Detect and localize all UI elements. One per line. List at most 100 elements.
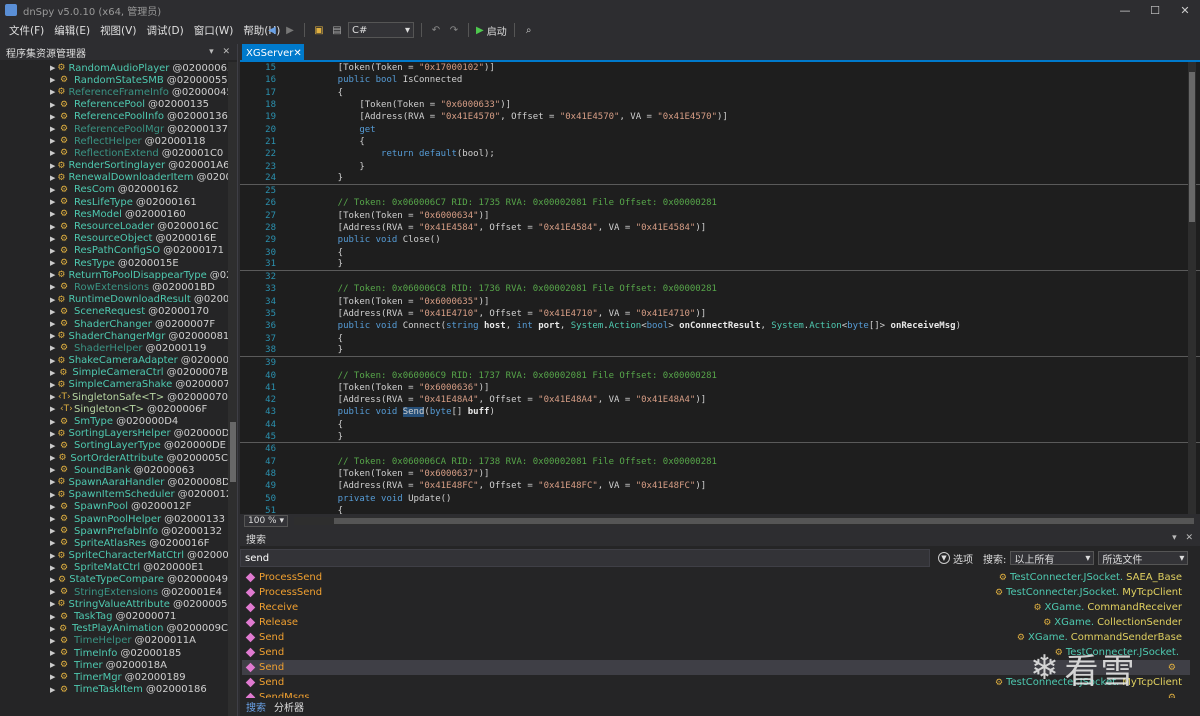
- expand-arrow-icon[interactable]: ▶: [50, 649, 58, 657]
- expand-arrow-icon[interactable]: ▶: [50, 271, 55, 279]
- expand-arrow-icon[interactable]: ▶: [50, 454, 56, 462]
- search-icon[interactable]: ⌕: [522, 23, 536, 37]
- expand-arrow-icon[interactable]: ▶: [50, 88, 55, 96]
- expand-arrow-icon[interactable]: ▶: [50, 539, 58, 547]
- expand-arrow-icon[interactable]: ▶: [50, 503, 58, 511]
- expand-arrow-icon[interactable]: ▶: [50, 564, 58, 572]
- tree-item[interactable]: ▶ ⚙ ReferencePool @02000135: [0, 99, 228, 111]
- expand-arrow-icon[interactable]: ▶: [50, 576, 56, 584]
- tree-item[interactable]: ▶⚙RuntimeDownloadResult@0200014E: [0, 294, 228, 306]
- expand-arrow-icon[interactable]: ▶: [50, 369, 57, 377]
- tree-item[interactable]: ▶ ⚙ TimerMgr @02000189: [0, 671, 228, 683]
- undo-icon[interactable]: ↶: [429, 23, 443, 37]
- expand-arrow-icon[interactable]: ▶: [50, 76, 58, 84]
- menu-window[interactable]: 窗口(W): [189, 23, 239, 38]
- tree-item[interactable]: ▶ ⚙ ReferenceFrameInfo @02000045: [0, 86, 228, 98]
- search-result-row[interactable]: ProcessSend ⚙ TestConnecter.JSocket. SAEA_B…: [242, 570, 1190, 585]
- tree-item[interactable]: ▶ ⚙ Timer @0200018A: [0, 659, 228, 671]
- tree-item[interactable]: ▶ ⚙ RenderSortinglayer @020001A6: [0, 160, 228, 172]
- editor-scrollbar[interactable]: [1188, 62, 1196, 514]
- expand-arrow-icon[interactable]: ▶: [50, 223, 58, 231]
- tree-item[interactable]: ▶ ‹T› SingletonSafe<T> @02000070: [0, 391, 228, 403]
- expand-arrow-icon[interactable]: ▶: [50, 283, 58, 291]
- search-files-select[interactable]: 所选文件 ▾: [1098, 551, 1189, 566]
- search-result-row[interactable]: Release ⚙ XGame. CollectionSender: [242, 615, 1190, 630]
- start-debug-button[interactable]: ▶ 启动: [476, 23, 507, 38]
- tree-item[interactable]: ▶⚙SpriteCharacterMatCtrl@020000E0: [0, 550, 228, 562]
- tree-item[interactable]: ▶ ⚙ RowExtensions @020001BD: [0, 281, 228, 293]
- tree-item[interactable]: ▶ ⚙ StateTypeCompare @02000049: [0, 574, 228, 586]
- expand-arrow-icon[interactable]: ▶: [50, 162, 55, 170]
- expand-arrow-icon[interactable]: ▶: [50, 478, 55, 486]
- expand-arrow-icon[interactable]: ▶: [50, 198, 58, 206]
- tab-search[interactable]: 搜索: [246, 699, 266, 714]
- tree-item[interactable]: ▶ ⚙ RandomAudioPlayer @02000065: [0, 62, 228, 74]
- menu-view[interactable]: 视图(V): [95, 23, 141, 38]
- expand-arrow-icon[interactable]: ▶: [50, 64, 55, 72]
- expand-arrow-icon[interactable]: ▶: [50, 320, 58, 328]
- tree-item[interactable]: ▶ ⚙ SceneRequest @02000170: [0, 306, 228, 318]
- expand-arrow-icon[interactable]: ▶: [50, 491, 55, 499]
- tree-item[interactable]: ▶ ‹T› Singleton<T> @0200006F: [0, 403, 228, 415]
- search-result-row[interactable]: ProcessSend ⚙ TestConnecter.JSocket. MyTcpC…: [242, 585, 1190, 600]
- tree-item[interactable]: ▶ ⚙ SpawnPool @0200012F: [0, 501, 228, 513]
- tree-item[interactable]: ▶ ⚙ TimeInfo @02000185: [0, 647, 228, 659]
- expand-arrow-icon[interactable]: ▶: [50, 673, 58, 681]
- tree-item[interactable]: ▶ ⚙ ShaderHelper @02000119: [0, 342, 228, 354]
- expand-arrow-icon[interactable]: ▶: [50, 393, 56, 401]
- tree-item[interactable]: ▶⚙SpawnItemScheduler@0200012D: [0, 489, 228, 501]
- search-result-row[interactable]: Receive ⚙ XGame. CommandReceiver: [242, 600, 1190, 615]
- tree-item[interactable]: ▶ ⚙ SortOrderAttribute @0200005C: [0, 452, 228, 464]
- tab-analyzer[interactable]: 分析器: [274, 699, 304, 714]
- expand-arrow-icon[interactable]: ▶: [50, 101, 58, 109]
- tree-item[interactable]: ▶ ⚙ SpawnPoolHelper @02000133: [0, 513, 228, 525]
- close-tab-icon[interactable]: ✕: [293, 48, 301, 59]
- tree-item[interactable]: ▶⚙ReturnToPoolDisappearType@0200: [0, 269, 228, 281]
- tree-item[interactable]: ▶ ⚙ ResourceObject @0200016E: [0, 233, 228, 245]
- menu-edit[interactable]: 编辑(E): [49, 23, 95, 38]
- expand-arrow-icon[interactable]: ▶: [50, 515, 58, 523]
- scrollbar-thumb[interactable]: [1189, 72, 1195, 222]
- expand-arrow-icon[interactable]: ▶: [50, 381, 55, 389]
- tree-item[interactable]: ▶ ⚙ ReferencePoolMgr @02000137: [0, 123, 228, 135]
- tree-item[interactable]: ▶⚙ShakeCameraAdapter@02000043: [0, 355, 228, 367]
- tree-item[interactable]: ▶ ⚙ StringValueAttribute @02000059: [0, 598, 228, 610]
- tree-item[interactable]: ▶ ⚙ ShaderChangerMgr @02000081: [0, 330, 228, 342]
- expand-arrow-icon[interactable]: ▶: [50, 344, 58, 352]
- expand-arrow-icon[interactable]: ▶: [50, 210, 58, 218]
- search-scope-select[interactable]: 以上所有 ▾: [1010, 551, 1095, 566]
- maximize-icon[interactable]: ☐: [1140, 0, 1170, 20]
- expand-arrow-icon[interactable]: ▶: [50, 174, 55, 182]
- expand-arrow-icon[interactable]: ▶: [50, 686, 58, 694]
- close-icon[interactable]: ✕: [1170, 0, 1200, 20]
- expand-arrow-icon[interactable]: ▶: [50, 125, 58, 133]
- tree-item[interactable]: ▶ ⚙ RandomStateSMB @02000055: [0, 74, 228, 86]
- expand-arrow-icon[interactable]: ▶: [50, 357, 55, 365]
- panel-controls[interactable]: ▾ ✕: [1172, 533, 1196, 543]
- tree-item[interactable]: ▶⚙SimpleCameraShake@0200007C: [0, 379, 228, 391]
- tree-item[interactable]: ▶ ⚙ ResLifeType @02000161: [0, 196, 228, 208]
- tab-xgserver[interactable]: XGServer ✕: [242, 44, 304, 62]
- tree-item[interactable]: ▶ ⚙ ResType @0200015E: [0, 257, 228, 269]
- search-input[interactable]: send: [240, 549, 930, 567]
- menu-file[interactable]: 文件(F): [4, 23, 49, 38]
- expand-arrow-icon[interactable]: ▶: [50, 308, 58, 316]
- expand-arrow-icon[interactable]: ▶: [50, 296, 55, 304]
- menu-debug[interactable]: 调试(D): [141, 23, 188, 38]
- expand-arrow-icon[interactable]: ▶: [50, 661, 58, 669]
- language-select[interactable]: C# ▾: [348, 22, 414, 38]
- tree-scrollbar[interactable]: [228, 62, 237, 716]
- expand-arrow-icon[interactable]: ▶: [50, 588, 58, 596]
- minimize-icon[interactable]: —: [1110, 0, 1140, 20]
- tree-item[interactable]: ▶ ⚙ TaskTag @02000071: [0, 610, 228, 622]
- expand-arrow-icon[interactable]: ▶: [50, 405, 58, 413]
- tree-item[interactable]: ▶ ⚙ SpawnAaraHandler @0200008D: [0, 476, 228, 488]
- tree-item[interactable]: ▶ ⚙ ResModel @02000160: [0, 208, 228, 220]
- tree-item[interactable]: ▶ ⚙ SimpleCameraCtrl @0200007B: [0, 367, 228, 379]
- expand-arrow-icon[interactable]: ▶: [50, 600, 55, 608]
- expand-arrow-icon[interactable]: ▶: [50, 552, 55, 560]
- tree-item[interactable]: ▶ ⚙ ResourceLoader @0200016C: [0, 220, 228, 232]
- expand-arrow-icon[interactable]: ▶: [50, 418, 58, 426]
- expand-arrow-icon[interactable]: ▶: [50, 149, 58, 157]
- tree-item[interactable]: ▶ ⚙ SpriteMatCtrl @020000E1: [0, 562, 228, 574]
